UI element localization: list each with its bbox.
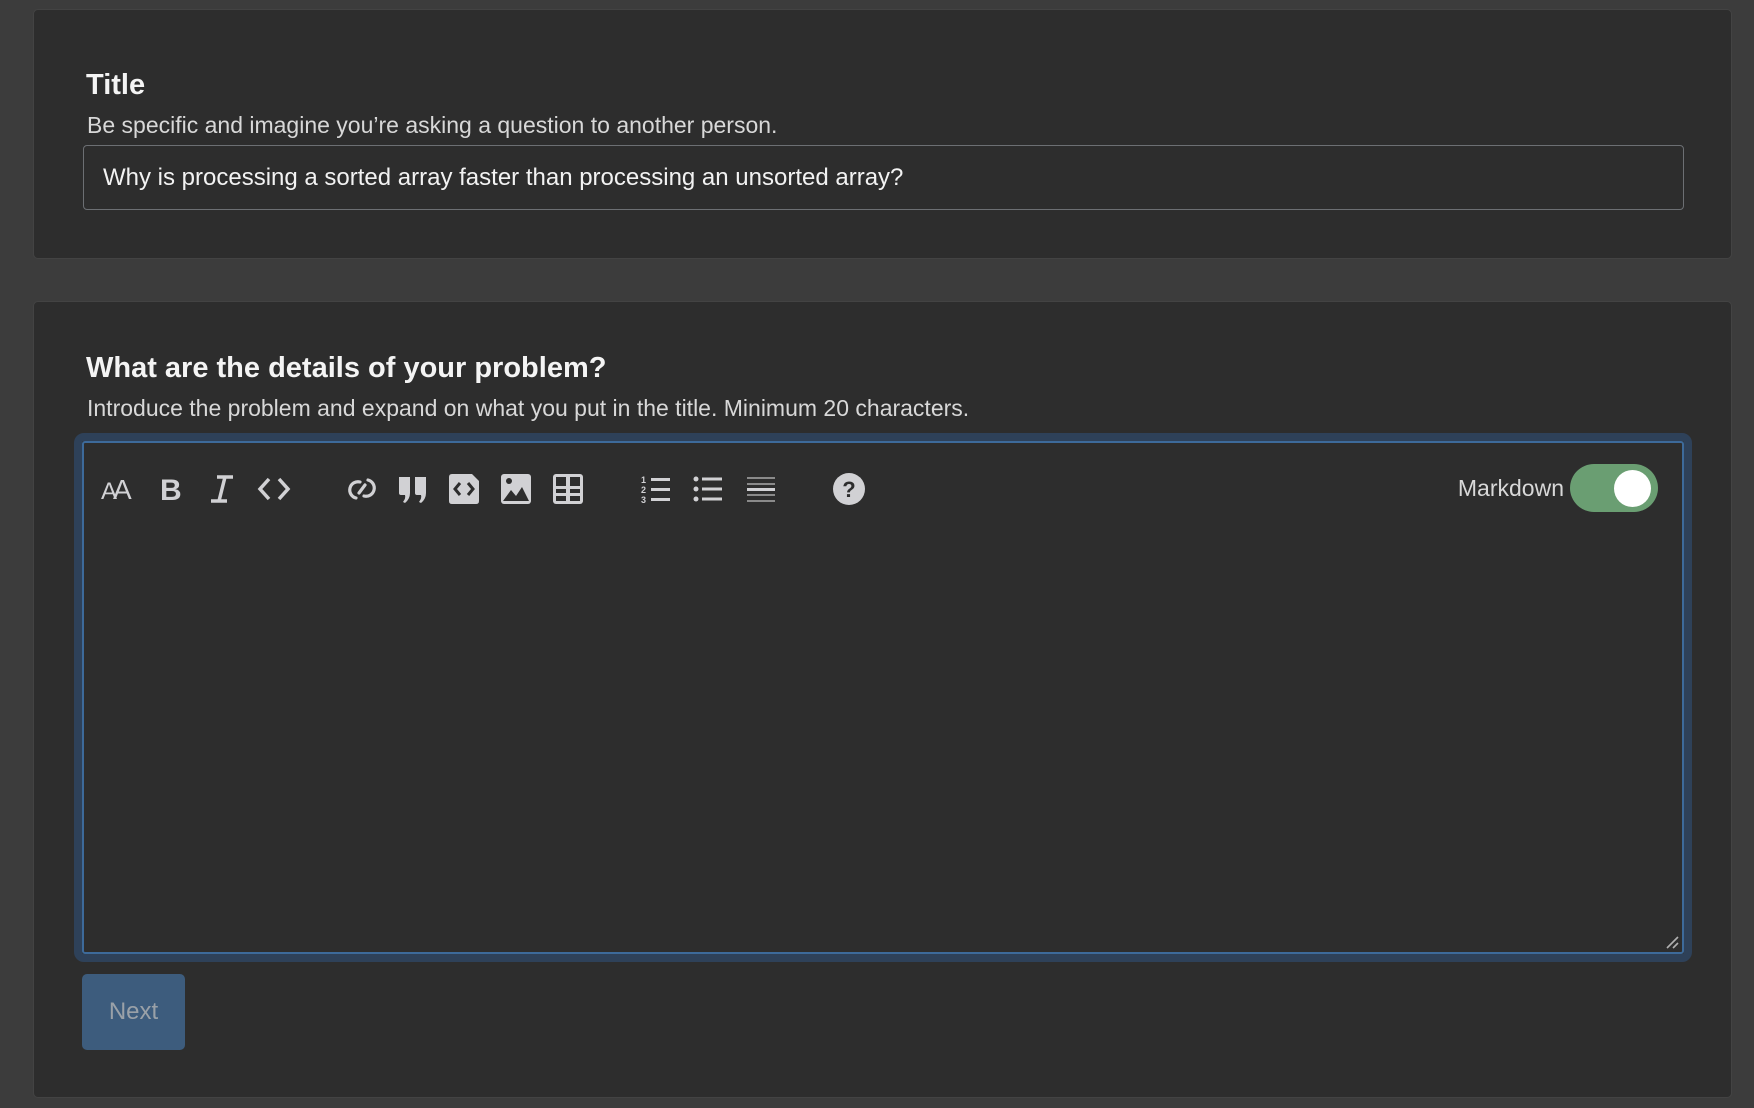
image-button[interactable] — [496, 469, 536, 509]
editor-focus-ring: A A B 1 2 3 ? Markdown — [74, 433, 1692, 962]
code-button[interactable] — [254, 469, 294, 509]
editor-toolbar: A A B 1 2 3 ? Markdown — [84, 443, 1682, 531]
code-block-button[interactable] — [444, 469, 484, 509]
help-button[interactable]: ? — [829, 469, 869, 509]
heading-icon: A A — [101, 475, 132, 503]
details-description: Introduce the problem and expand on what… — [87, 395, 970, 421]
next-button[interactable]: Next — [82, 974, 185, 1050]
title-description: Be specific and imagine you’re asking a … — [87, 112, 778, 138]
code-block-icon — [449, 474, 479, 504]
link-icon — [348, 478, 376, 500]
resize-grip-icon[interactable] — [1665, 935, 1679, 949]
table-button[interactable] — [548, 469, 588, 509]
italic-button[interactable] — [202, 469, 242, 509]
table-icon — [553, 474, 583, 504]
ordered-list-button[interactable]: 1 2 3 — [637, 469, 677, 509]
unordered-list-icon — [693, 476, 722, 502]
markdown-toggle[interactable] — [1570, 464, 1658, 512]
title-label: Title — [86, 69, 146, 101]
quote-button[interactable] — [393, 469, 433, 509]
bold-button[interactable]: B — [150, 469, 190, 509]
image-icon — [501, 474, 531, 504]
svg-text:3: 3 — [641, 495, 646, 504]
horizontal-rule-button[interactable] — [741, 469, 781, 509]
markdown-label: Markdown — [1457, 475, 1564, 501]
code-icon — [257, 477, 291, 501]
title-input[interactable] — [83, 145, 1684, 210]
heading-button[interactable]: A A — [98, 469, 138, 509]
title-panel: Title Be specific and imagine you’re ask… — [33, 9, 1732, 259]
italic-icon — [211, 475, 233, 503]
quote-icon — [399, 477, 426, 503]
toggle-knob — [1614, 470, 1651, 507]
details-panel: What are the details of your problem? In… — [33, 301, 1732, 1098]
ordered-list-icon: 1 2 3 — [641, 475, 670, 504]
svg-text:B: B — [160, 474, 182, 504]
markdown-editor: A A B 1 2 3 ? Markdown — [82, 441, 1684, 954]
svg-text:?: ? — [842, 477, 855, 502]
svg-text:1: 1 — [641, 475, 646, 485]
svg-text:2: 2 — [641, 485, 646, 495]
help-icon: ? — [833, 473, 865, 505]
details-label: What are the details of your problem? — [86, 352, 607, 384]
unordered-list-button[interactable] — [689, 469, 729, 509]
horizontal-rule-icon — [747, 477, 775, 502]
svg-text:A: A — [113, 475, 132, 503]
bold-icon: B — [160, 474, 182, 504]
details-textarea[interactable] — [84, 531, 1682, 952]
link-button[interactable] — [342, 469, 382, 509]
